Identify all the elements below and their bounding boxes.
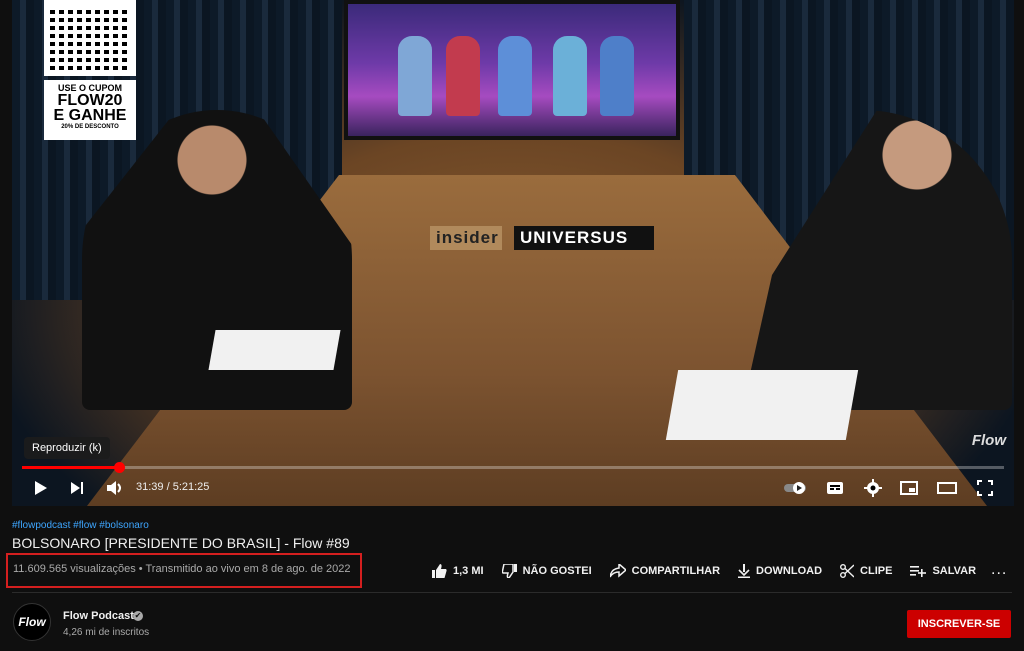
background-tv-screen <box>344 0 680 140</box>
theater-mode-button[interactable] <box>936 474 958 502</box>
hashtags[interactable]: #flowpodcast #flow #bolsonaro <box>12 520 149 531</box>
clip-label: CLIPE <box>860 565 893 577</box>
coupon-line: 20% DE DESCONTO <box>61 124 119 130</box>
qr-code <box>44 0 136 76</box>
thumbs-up-icon <box>432 564 447 578</box>
autoplay-toggle[interactable] <box>782 474 810 502</box>
video-title: BOLSONARO [PRESIDENTE DO BRASIL] - Flow … <box>12 535 350 551</box>
papers-right <box>665 370 859 440</box>
figure <box>398 36 432 116</box>
like-button[interactable]: 1,3 MI <box>432 564 484 578</box>
miniplayer-icon <box>900 481 918 495</box>
divider <box>12 592 1012 593</box>
volume-button[interactable] <box>104 474 126 502</box>
subtitles-icon <box>827 482 843 494</box>
subtitles-button[interactable] <box>824 474 846 502</box>
papers-left <box>208 330 341 370</box>
universus-sign: UNIVERSUS <box>514 226 654 250</box>
gear-icon <box>864 479 882 497</box>
player-controls: 31:39 / 5:21:25 <box>12 474 1014 502</box>
progress-scrubber[interactable] <box>113 462 125 473</box>
video-player[interactable]: USE O CUPOM FLOW20 E GANHE 20% DE DESCON… <box>12 0 1014 506</box>
save-button[interactable]: SALVAR <box>910 565 976 577</box>
play-button[interactable] <box>30 474 52 502</box>
scissors-icon <box>840 564 855 578</box>
figure <box>498 36 532 116</box>
playlist-add-icon <box>910 566 927 577</box>
thumbs-down-icon <box>501 564 517 578</box>
flow-watermark: Flow <box>971 432 1006 449</box>
timecode: 31:39 / 5:21:25 <box>136 481 210 493</box>
figure <box>600 36 634 116</box>
share-button[interactable]: COMPARTILHAR <box>609 564 721 578</box>
view-count[interactable]: 11.609.565 visualizações • Transmitido a… <box>13 563 351 575</box>
channel-avatar[interactable]: Flow <box>13 603 51 641</box>
share-label: COMPARTILHAR <box>631 565 721 577</box>
settings-button[interactable] <box>862 474 884 502</box>
play-icon <box>35 481 47 495</box>
fullscreen-icon <box>977 480 993 496</box>
progress-played <box>22 466 119 469</box>
coupon-line: E GANHE <box>53 107 127 124</box>
next-icon <box>71 482 83 494</box>
next-button[interactable] <box>66 474 88 502</box>
subscriber-count: 4,26 mi de inscritos <box>63 627 150 638</box>
coupon-banner: USE O CUPOM FLOW20 E GANHE 20% DE DESCON… <box>44 80 136 140</box>
subscribe-button[interactable]: INSCREVER-SE <box>907 610 1011 638</box>
miniplayer-button[interactable] <box>898 474 920 502</box>
insider-sign: insider <box>430 226 502 250</box>
dislike-label: NÃO GOSTEI <box>522 565 592 577</box>
action-bar: 1,3 MI NÃO GOSTEI COMPARTILHAR DOWNLOAD … <box>432 562 994 580</box>
channel-name[interactable]: Flow Podcast <box>63 610 134 622</box>
dislike-button[interactable]: NÃO GOSTEI <box>501 564 592 578</box>
figure <box>553 36 587 116</box>
progress-bar[interactable] <box>22 462 1004 473</box>
autoplay-icon <box>784 482 806 494</box>
clip-button[interactable]: CLIPE <box>840 564 892 578</box>
fullscreen-button[interactable] <box>974 474 996 502</box>
download-label: DOWNLOAD <box>756 565 823 577</box>
download-icon <box>738 564 751 578</box>
share-icon <box>609 564 626 578</box>
more-actions-button[interactable]: ... <box>991 561 1007 579</box>
like-count: 1,3 MI <box>453 565 484 577</box>
figure <box>446 36 480 116</box>
save-label: SALVAR <box>932 565 977 577</box>
volume-icon <box>107 481 121 495</box>
play-tooltip: Reproduzir (k) <box>24 437 110 459</box>
verified-icon: ✔ <box>133 611 143 621</box>
download-button[interactable]: DOWNLOAD <box>738 564 822 578</box>
coupon-code: FLOW20 <box>57 92 123 109</box>
theater-icon <box>937 482 957 494</box>
